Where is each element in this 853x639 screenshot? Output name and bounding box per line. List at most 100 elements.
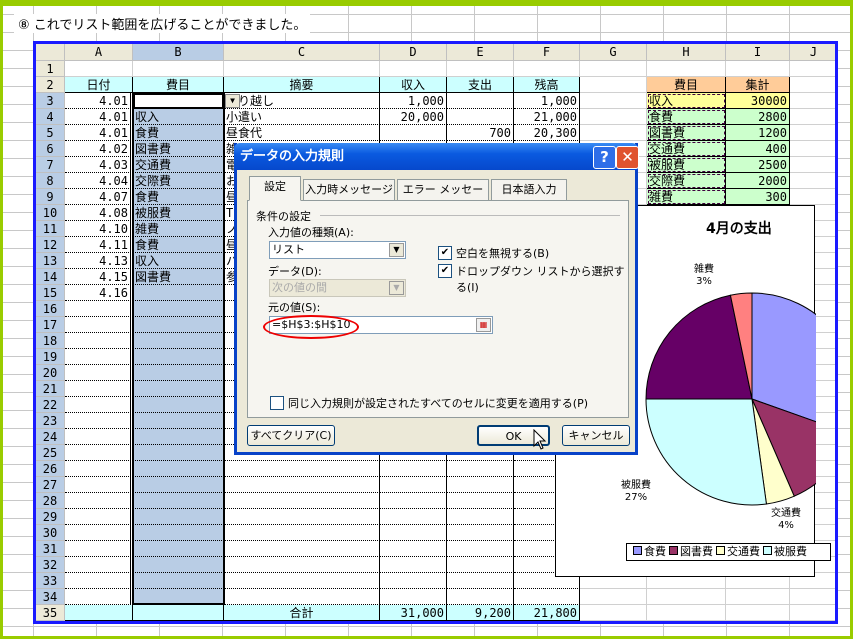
- summary-cell[interactable]: 食費: [647, 109, 726, 125]
- cell[interactable]: [380, 525, 447, 541]
- data-select[interactable]: 次の値の間 ▼: [269, 279, 406, 297]
- row-header[interactable]: 21: [36, 381, 65, 397]
- cell[interactable]: 4.02: [65, 141, 133, 157]
- cell[interactable]: [790, 605, 835, 621]
- dialog-title-bar[interactable]: データの入力規則: [234, 143, 638, 170]
- summary-cell[interactable]: 収入: [647, 93, 726, 109]
- cell[interactable]: [380, 541, 447, 557]
- cell[interactable]: [790, 157, 835, 173]
- cell[interactable]: [580, 125, 647, 141]
- cell[interactable]: [224, 477, 380, 493]
- cell[interactable]: [726, 605, 790, 621]
- cell[interactable]: [224, 509, 380, 525]
- cell[interactable]: 4.03: [65, 157, 133, 173]
- cell[interactable]: [65, 477, 133, 493]
- row-header[interactable]: 14: [36, 269, 65, 285]
- row-header[interactable]: 12: [36, 237, 65, 253]
- cell[interactable]: [65, 413, 133, 429]
- cell[interactable]: [65, 397, 133, 413]
- cell[interactable]: 4.13: [65, 253, 133, 269]
- range-picker-icon[interactable]: ▦: [476, 318, 491, 332]
- cell[interactable]: [65, 61, 133, 77]
- cell[interactable]: [65, 589, 133, 605]
- cell[interactable]: [224, 61, 380, 77]
- cell[interactable]: [65, 317, 133, 333]
- summary-cell[interactable]: 30000: [726, 93, 790, 109]
- cell[interactable]: [65, 557, 133, 573]
- cell[interactable]: [790, 125, 835, 141]
- cell[interactable]: [447, 573, 514, 589]
- cell[interactable]: [65, 381, 133, 397]
- row-header[interactable]: 9: [36, 189, 65, 205]
- cell[interactable]: [65, 445, 133, 461]
- cell[interactable]: 4.08: [65, 205, 133, 221]
- cell[interactable]: [65, 301, 133, 317]
- cell[interactable]: [65, 365, 133, 381]
- help-icon[interactable]: ?: [593, 146, 616, 169]
- ignore-blank-checkbox[interactable]: ✔: [438, 246, 452, 260]
- cell[interactable]: [65, 493, 133, 509]
- cell[interactable]: [447, 525, 514, 541]
- cell[interactable]: [65, 349, 133, 365]
- cell[interactable]: [380, 557, 447, 573]
- cell[interactable]: 4.04: [65, 173, 133, 189]
- row-header[interactable]: 30: [36, 525, 65, 541]
- cell[interactable]: [380, 125, 447, 141]
- summary-cell[interactable]: 300: [726, 189, 790, 205]
- cell[interactable]: 4.01: [65, 93, 133, 109]
- table-header[interactable]: 支出: [447, 77, 514, 93]
- summary-cell[interactable]: 2800: [726, 109, 790, 125]
- summary-cell[interactable]: 雑費: [647, 189, 726, 205]
- cell[interactable]: 4.15: [65, 269, 133, 285]
- cell[interactable]: [380, 509, 447, 525]
- table-header[interactable]: 日付: [65, 77, 133, 93]
- close-icon[interactable]: ✕: [616, 146, 639, 169]
- cell[interactable]: 4.01: [65, 125, 133, 141]
- cell[interactable]: [380, 461, 447, 477]
- cell[interactable]: [790, 109, 835, 125]
- cell[interactable]: 700: [447, 125, 514, 141]
- cell[interactable]: 4.07: [65, 189, 133, 205]
- row-header[interactable]: 25: [36, 445, 65, 461]
- cell[interactable]: [224, 573, 380, 589]
- chevron-down-icon[interactable]: ▼: [389, 243, 404, 257]
- cell[interactable]: [580, 589, 647, 605]
- cell[interactable]: 4.16: [65, 285, 133, 301]
- cell[interactable]: [224, 557, 380, 573]
- row-header[interactable]: 15: [36, 285, 65, 301]
- cell[interactable]: [224, 461, 380, 477]
- column-header-F[interactable]: F: [514, 44, 580, 61]
- cell[interactable]: [380, 477, 447, 493]
- cell[interactable]: [790, 173, 835, 189]
- cell[interactable]: [790, 93, 835, 109]
- summary-cell[interactable]: 交際費: [647, 173, 726, 189]
- dropdown-arrow-button[interactable]: ▼: [225, 94, 240, 108]
- cell[interactable]: [447, 461, 514, 477]
- total-cell[interactable]: 31,000: [380, 605, 447, 621]
- row-header[interactable]: 4: [36, 109, 65, 125]
- row-header[interactable]: 16: [36, 301, 65, 317]
- cell[interactable]: [447, 93, 514, 109]
- row-header[interactable]: 34: [36, 589, 65, 605]
- cell[interactable]: [580, 77, 647, 93]
- cell[interactable]: [726, 589, 790, 605]
- pie-slice-被服費[interactable]: [645, 398, 767, 506]
- cell[interactable]: [65, 333, 133, 349]
- column-header-E[interactable]: E: [447, 44, 514, 61]
- cell[interactable]: [514, 61, 580, 77]
- total-cell[interactable]: [133, 605, 224, 621]
- row-header[interactable]: 8: [36, 173, 65, 189]
- column-header-I[interactable]: I: [726, 44, 790, 61]
- apply-all-checkbox[interactable]: [270, 396, 284, 410]
- cell[interactable]: [447, 477, 514, 493]
- cell[interactable]: [790, 77, 835, 93]
- cell[interactable]: [790, 141, 835, 157]
- cell[interactable]: [224, 541, 380, 557]
- cancel-button[interactable]: キャンセル: [562, 425, 630, 446]
- cell[interactable]: [447, 541, 514, 557]
- row-header[interactable]: 13: [36, 253, 65, 269]
- row-header[interactable]: 1: [36, 61, 65, 77]
- total-cell[interactable]: 9,200: [447, 605, 514, 621]
- row-header[interactable]: 19: [36, 349, 65, 365]
- column-header-C[interactable]: C: [224, 44, 380, 61]
